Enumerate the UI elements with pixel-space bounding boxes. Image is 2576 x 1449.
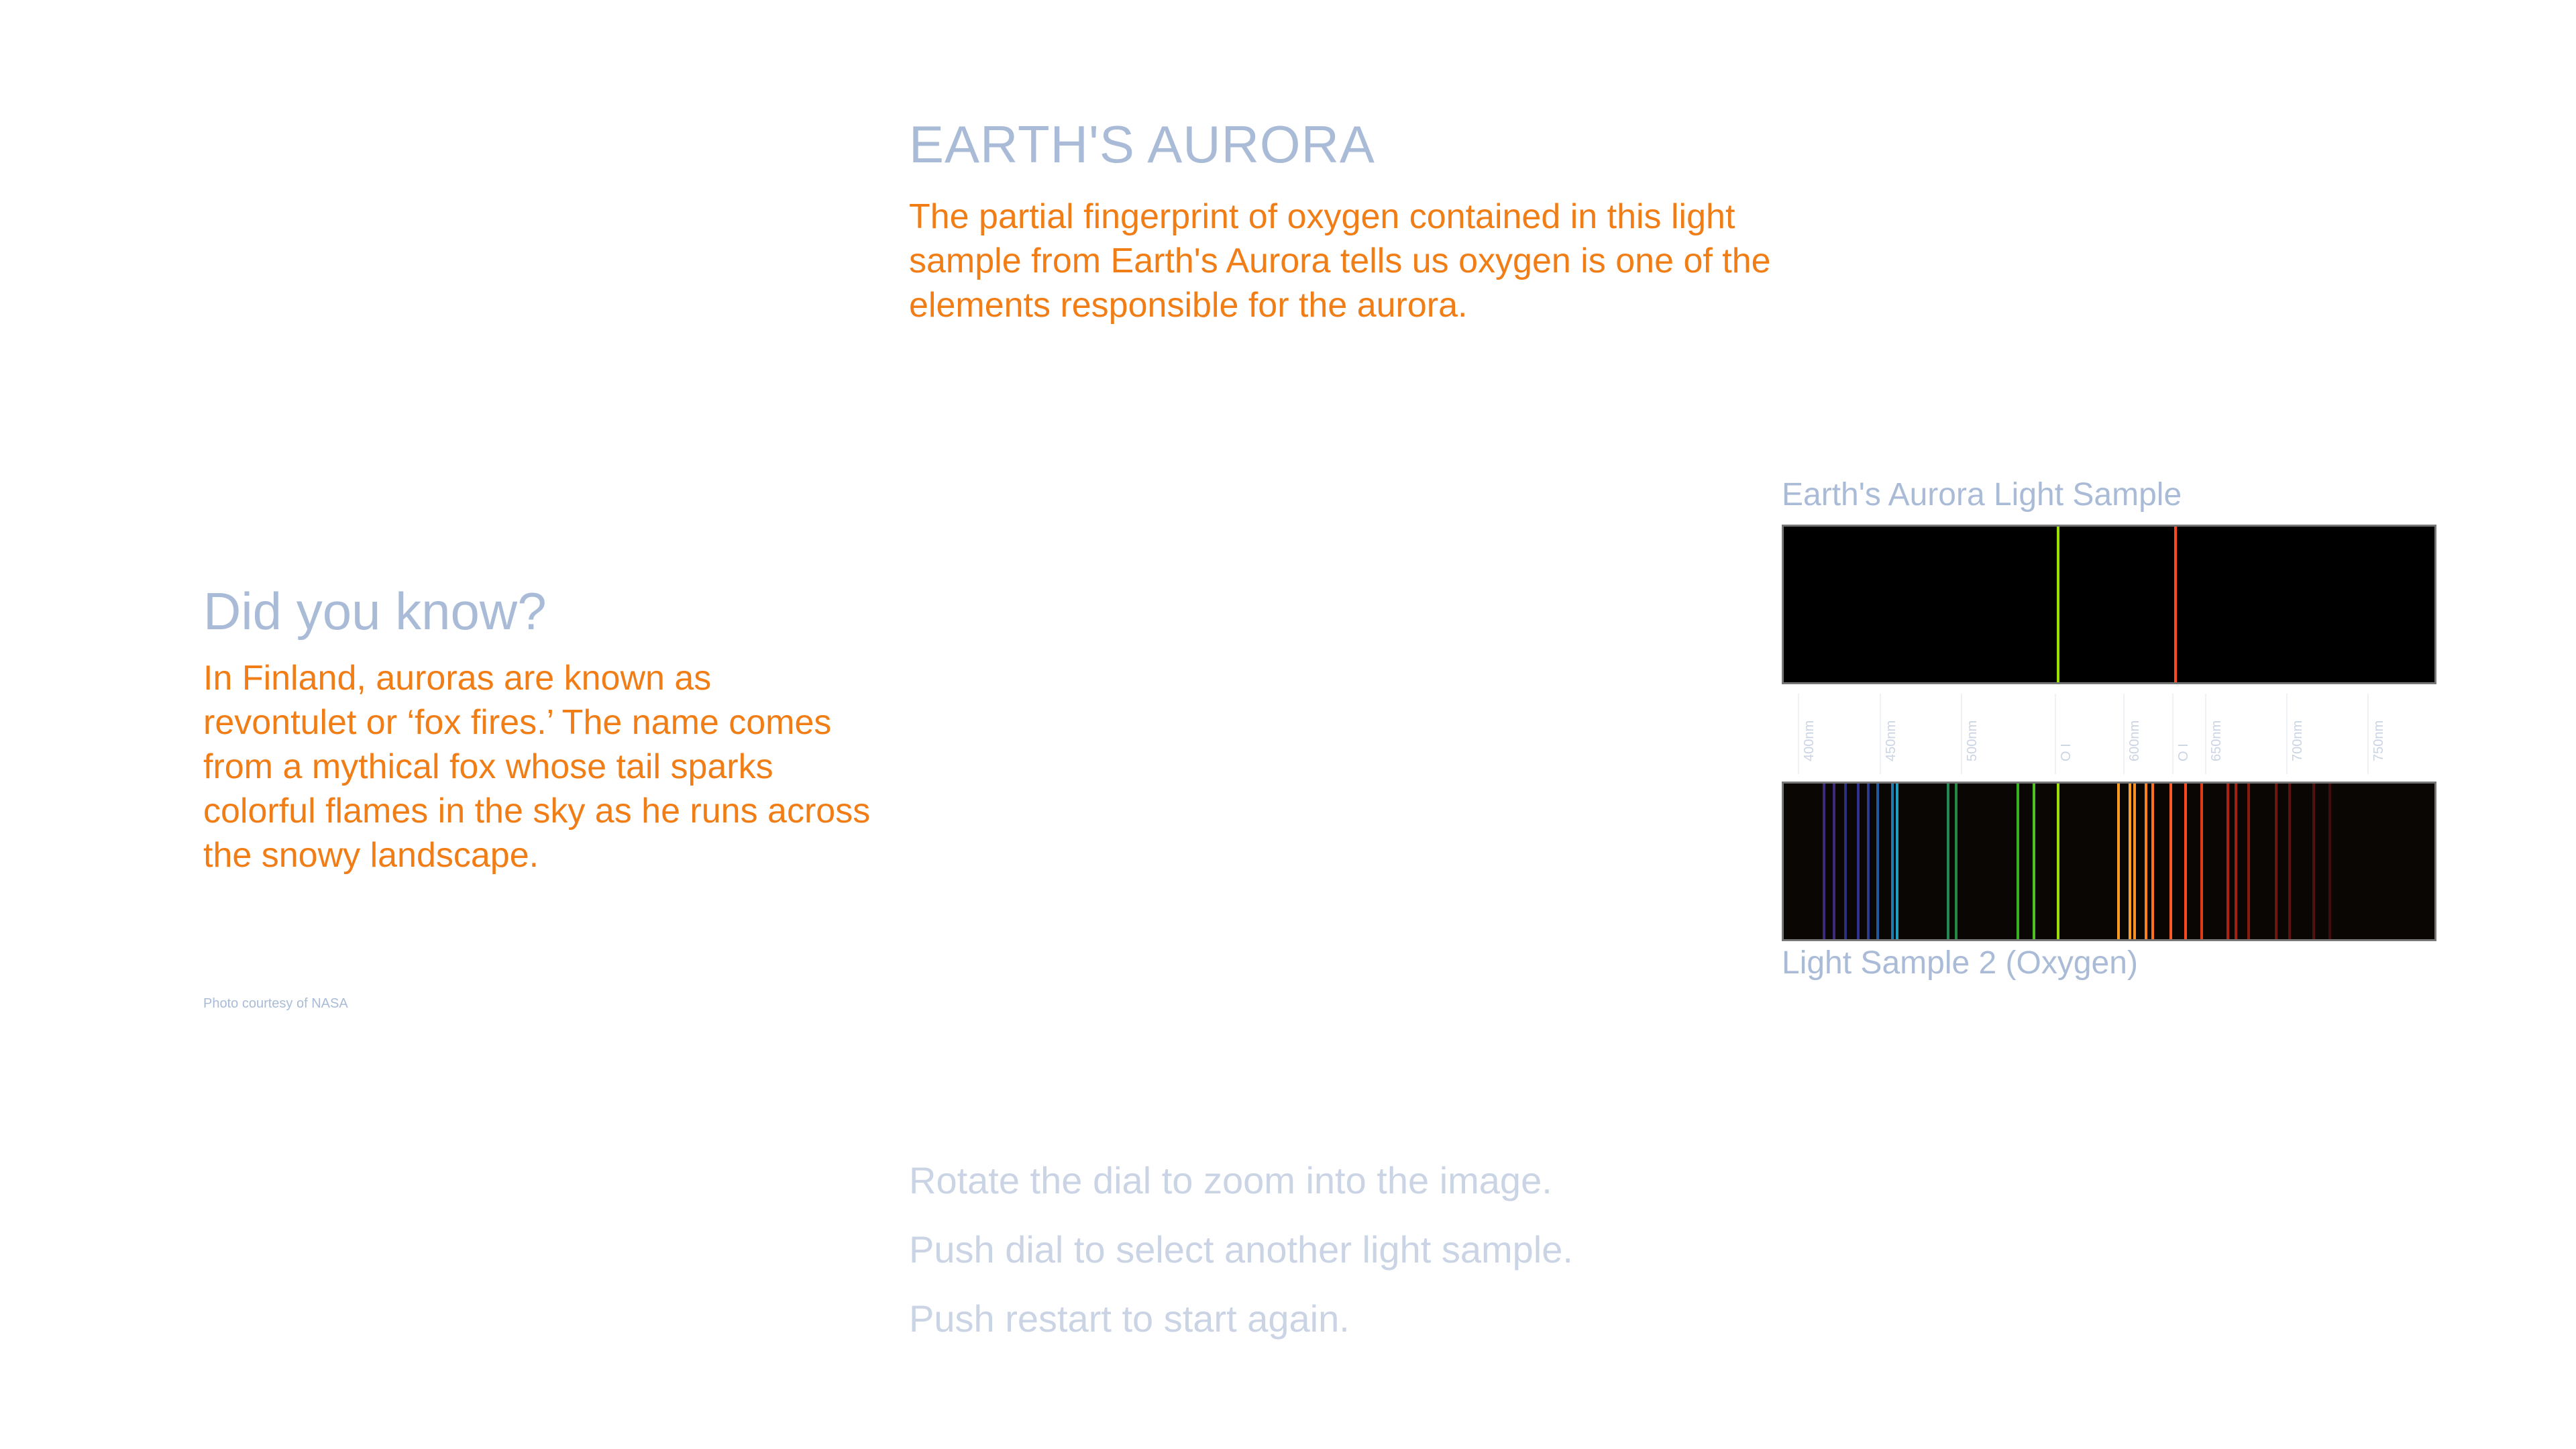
oxygen-emission-line — [2247, 784, 2251, 939]
oxygen-emission-line — [2129, 784, 2132, 939]
aurora-spectrum — [1782, 525, 2436, 684]
oxygen-emission-line — [2275, 784, 2278, 939]
scale-tick — [1879, 694, 1881, 774]
oxygen-emission-line — [2151, 784, 2155, 939]
scale-tick-label: 400nm — [1802, 720, 1817, 761]
scale-tick — [2054, 694, 2056, 774]
oxygen-emission-line — [1832, 784, 1835, 939]
scale-tick — [2204, 694, 2206, 774]
page-description: The partial fingerprint of oxygen contai… — [909, 197, 1771, 325]
oxygen-emission-line — [2056, 784, 2059, 939]
oxygen-emission-line — [2200, 784, 2203, 939]
scale-tick-label: 600nm — [2127, 720, 2143, 761]
scale-tick-label: O I — [2176, 743, 2191, 761]
oxygen-emission-line — [2234, 784, 2237, 939]
scale-tick-label: 500nm — [1964, 720, 1980, 761]
instruction-select: Push dial to select another light sample… — [909, 1228, 1573, 1271]
oxygen-emission-line — [1823, 784, 1826, 939]
did-you-know-text: In Finland, auroras are known as revontu… — [203, 659, 871, 875]
oxygen-emission-line — [1946, 784, 1949, 939]
oxygen-spectrum — [1782, 782, 2436, 941]
scale-tick-label: O I — [2058, 743, 2074, 761]
scale-tick — [1798, 694, 1800, 774]
oxygen-emission-line — [2133, 784, 2137, 939]
scale-tick-label: 650nm — [2208, 720, 2224, 761]
oxygen-emission-line — [1896, 784, 1899, 939]
instruction-zoom: Rotate the dial to zoom into the image. — [909, 1159, 1552, 1201]
oxygen-emission-line — [1857, 784, 1860, 939]
scale-tick — [2172, 694, 2174, 774]
instruction-restart: Push restart to start again. — [909, 1297, 1350, 1340]
oxygen-emission-line — [1866, 784, 1870, 939]
aurora-emission-line — [2174, 527, 2177, 682]
oxygen-emission-line — [2117, 784, 2121, 939]
did-you-know-title: Did you know? — [203, 582, 547, 641]
sample1-label: Earth's Aurora Light Sample — [1782, 477, 2182, 513]
aurora-emission-line — [2056, 527, 2059, 682]
photo-credit: Photo courtesy of NASA — [203, 996, 348, 1011]
scale-tick-label: 700nm — [2290, 720, 2305, 761]
scale-tick-label: 450nm — [1883, 720, 1898, 761]
scale-tick — [2286, 694, 2288, 774]
wavelength-scale: 400nm 450nm 500nm O I 600nm O I 650nm 700nm 750n… — [1782, 684, 2436, 782]
scale-tick-label: 750nm — [2371, 720, 2386, 761]
oxygen-emission-line — [1876, 784, 1880, 939]
scale-tick — [1960, 694, 1962, 774]
scale-tick — [2123, 694, 2125, 774]
oxygen-emission-line — [2169, 784, 2172, 939]
sample2-label: Light Sample 2 (Oxygen) — [1782, 945, 2138, 981]
oxygen-emission-line — [1891, 784, 1894, 939]
oxygen-emission-line — [2016, 784, 2019, 939]
oxygen-emission-line — [2184, 784, 2187, 939]
oxygen-emission-line — [2145, 784, 2148, 939]
oxygen-emission-line — [1954, 784, 1957, 939]
scale-tick — [2367, 694, 2369, 774]
oxygen-emission-line — [2328, 784, 2332, 939]
oxygen-emission-line — [2033, 784, 2036, 939]
oxygen-emission-line — [2312, 784, 2316, 939]
oxygen-emission-line — [1843, 784, 1847, 939]
oxygen-emission-line — [2288, 784, 2291, 939]
page-title: EARTH'S AURORA — [909, 115, 1375, 174]
oxygen-emission-line — [2226, 784, 2229, 939]
